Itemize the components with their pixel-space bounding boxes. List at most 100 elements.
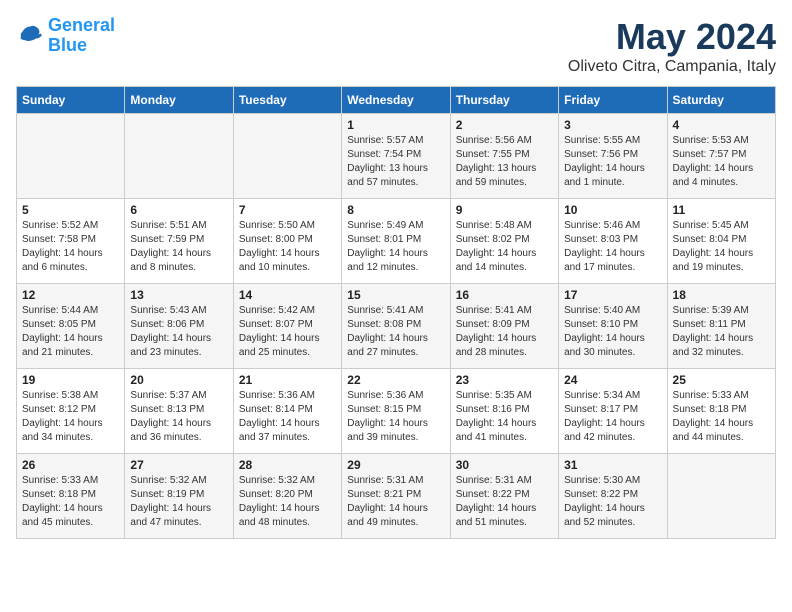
weekday-header: Thursday [450,87,558,114]
day-info: Sunrise: 5:31 AMSunset: 8:22 PMDaylight:… [456,474,553,530]
calendar-cell: 7 Sunrise: 5:50 AMSunset: 8:00 PMDaylight… [233,199,341,284]
day-number: 7 [239,203,336,217]
day-info: Sunrise: 5:38 AMSunset: 8:12 PMDaylight:… [22,389,119,445]
day-number: 11 [673,203,770,217]
calendar-cell: 16Sunrise: 5:41 AMSunset: 8:09 PMDayligh… [450,284,558,369]
day-number: 2 [456,118,553,132]
day-info: Sunrise: 5:44 AMSunset: 8:05 PMDaylight:… [22,304,119,360]
day-number: 18 [673,288,770,302]
day-info: Sunrise: 5:30 AMSunset: 8:22 PMDaylight:… [564,474,661,530]
day-info: Sunrise: 5:31 AMSunset: 8:21 PMDaylight:… [347,474,444,530]
logo-text: General Blue [48,16,115,56]
day-number: 1 [347,118,444,132]
day-number: 12 [22,288,119,302]
calendar-cell: 5Sunrise: 5:52 AMSunset: 7:58 PMDaylight… [17,199,125,284]
calendar-cell: 17 Sunrise: 5:40 AMSunset: 8:10 PMDayligh… [559,284,667,369]
day-info: Sunrise: 5:34 AMSunset: 8:17 PMDaylight:… [564,389,661,445]
day-number: 22 [347,373,444,387]
day-number: 6 [130,203,227,217]
day-info: Sunrise: 5:53 AMSunset: 7:57 PMDaylight:… [673,134,770,190]
day-number: 21 [239,373,336,387]
day-info: Sunrise: 5:32 AMSunset: 8:20 PMDaylight:… [239,474,336,530]
calendar-cell: 2 Sunrise: 5:56 AMSunset: 7:55 PMDaylight… [450,114,558,199]
day-number: 20 [130,373,227,387]
day-number: 27 [130,458,227,472]
calendar-week-row: 26Sunrise: 5:33 AMSunset: 8:18 PMDayligh… [17,454,776,539]
calendar-cell: 25 Sunrise: 5:33 AMSunset: 8:18 PMDayligh… [667,369,775,454]
calendar-week-row: 1Sunrise: 5:57 AMSunset: 7:54 PMDaylight… [17,114,776,199]
day-info: Sunrise: 5:46 AMSunset: 8:03 PMDaylight:… [564,219,661,275]
weekday-header: Wednesday [342,87,450,114]
day-info: Sunrise: 5:55 AMSunset: 7:56 PMDaylight:… [564,134,661,190]
day-number: 31 [564,458,661,472]
calendar-cell: 21 Sunrise: 5:36 AMSunset: 8:14 PMDayligh… [233,369,341,454]
calendar-cell: 20 Sunrise: 5:37 AMSunset: 8:13 PMDayligh… [125,369,233,454]
calendar-cell: 14Sunrise: 5:42 AMSunset: 8:07 PMDayligh… [233,284,341,369]
day-info: Sunrise: 5:32 AMSunset: 8:19 PMDaylight:… [130,474,227,530]
logo-icon [16,22,44,50]
calendar-cell: 3 Sunrise: 5:55 AMSunset: 7:56 PMDaylight… [559,114,667,199]
calendar-cell: 19 Sunrise: 5:38 AMSunset: 8:12 PMDayligh… [17,369,125,454]
day-info: Sunrise: 5:36 AMSunset: 8:15 PMDaylight:… [347,389,444,445]
day-info: Sunrise: 5:51 AMSunset: 7:59 PMDaylight:… [130,219,227,275]
day-info: Sunrise: 5:33 AMSunset: 8:18 PMDaylight:… [22,474,119,530]
day-info: Sunrise: 5:35 AMSunset: 8:16 PMDaylight:… [456,389,553,445]
calendar-week-row: 19 Sunrise: 5:38 AMSunset: 8:12 PMDayligh… [17,369,776,454]
calendar-cell: 28 Sunrise: 5:32 AMSunset: 8:20 PMDayligh… [233,454,341,539]
title-block: May 2024 Oliveto Citra, Campania, Italy [568,16,776,76]
logo: General Blue [16,16,115,56]
weekday-header: Monday [125,87,233,114]
calendar-cell: 11 Sunrise: 5:45 AMSunset: 8:04 PMDayligh… [667,199,775,284]
calendar-subtitle: Oliveto Citra, Campania, Italy [568,58,776,76]
calendar-week-row: 5Sunrise: 5:52 AMSunset: 7:58 PMDaylight… [17,199,776,284]
day-number: 13 [130,288,227,302]
calendar-cell: 9Sunrise: 5:48 AMSunset: 8:02 PMDaylight… [450,199,558,284]
day-info: Sunrise: 5:50 AMSunset: 8:00 PMDaylight:… [239,219,336,275]
day-info: Sunrise: 5:56 AMSunset: 7:55 PMDaylight:… [456,134,553,190]
calendar-cell: 29 Sunrise: 5:31 AMSunset: 8:21 PMDayligh… [342,454,450,539]
calendar-cell [233,114,341,199]
day-info: Sunrise: 5:43 AMSunset: 8:06 PMDaylight:… [130,304,227,360]
calendar-cell [667,454,775,539]
day-number: 17 [564,288,661,302]
day-number: 24 [564,373,661,387]
calendar-cell: 31 Sunrise: 5:30 AMSunset: 8:22 PMDayligh… [559,454,667,539]
day-number: 10 [564,203,661,217]
day-info: Sunrise: 5:48 AMSunset: 8:02 PMDaylight:… [456,219,553,275]
day-number: 29 [347,458,444,472]
day-info: Sunrise: 5:33 AMSunset: 8:18 PMDaylight:… [673,389,770,445]
calendar-cell: 8Sunrise: 5:49 AMSunset: 8:01 PMDaylight… [342,199,450,284]
day-number: 19 [22,373,119,387]
day-number: 15 [347,288,444,302]
calendar-cell: 22 Sunrise: 5:36 AMSunset: 8:15 PMDayligh… [342,369,450,454]
calendar-cell: 6 Sunrise: 5:51 AMSunset: 7:59 PMDaylight… [125,199,233,284]
day-info: Sunrise: 5:45 AMSunset: 8:04 PMDaylight:… [673,219,770,275]
day-number: 14 [239,288,336,302]
day-number: 30 [456,458,553,472]
calendar-table: SundayMondayTuesdayWednesdayThursdayFrid… [16,86,776,539]
page-header: General Blue May 2024 Oliveto Citra, Cam… [16,16,776,76]
day-number: 28 [239,458,336,472]
day-info: Sunrise: 5:52 AMSunset: 7:58 PMDaylight:… [22,219,119,275]
day-info: Sunrise: 5:36 AMSunset: 8:14 PMDaylight:… [239,389,336,445]
weekday-header: Sunday [17,87,125,114]
calendar-cell: 30 Sunrise: 5:31 AMSunset: 8:22 PMDayligh… [450,454,558,539]
calendar-cell [125,114,233,199]
day-info: Sunrise: 5:40 AMSunset: 8:10 PMDaylight:… [564,304,661,360]
day-number: 25 [673,373,770,387]
calendar-cell: 24 Sunrise: 5:34 AMSunset: 8:17 PMDayligh… [559,369,667,454]
day-number: 4 [673,118,770,132]
calendar-cell: 18 Sunrise: 5:39 AMSunset: 8:11 PMDayligh… [667,284,775,369]
day-number: 8 [347,203,444,217]
weekday-header-row: SundayMondayTuesdayWednesdayThursdayFrid… [17,87,776,114]
calendar-cell: 1Sunrise: 5:57 AMSunset: 7:54 PMDaylight… [342,114,450,199]
weekday-header: Saturday [667,87,775,114]
day-info: Sunrise: 5:39 AMSunset: 8:11 PMDaylight:… [673,304,770,360]
calendar-cell: 10 Sunrise: 5:46 AMSunset: 8:03 PMDayligh… [559,199,667,284]
day-info: Sunrise: 5:41 AMSunset: 8:09 PMDaylight:… [456,304,553,360]
day-number: 3 [564,118,661,132]
calendar-cell [17,114,125,199]
calendar-week-row: 12 Sunrise: 5:44 AMSunset: 8:05 PMDayligh… [17,284,776,369]
weekday-header: Tuesday [233,87,341,114]
day-info: Sunrise: 5:37 AMSunset: 8:13 PMDaylight:… [130,389,227,445]
